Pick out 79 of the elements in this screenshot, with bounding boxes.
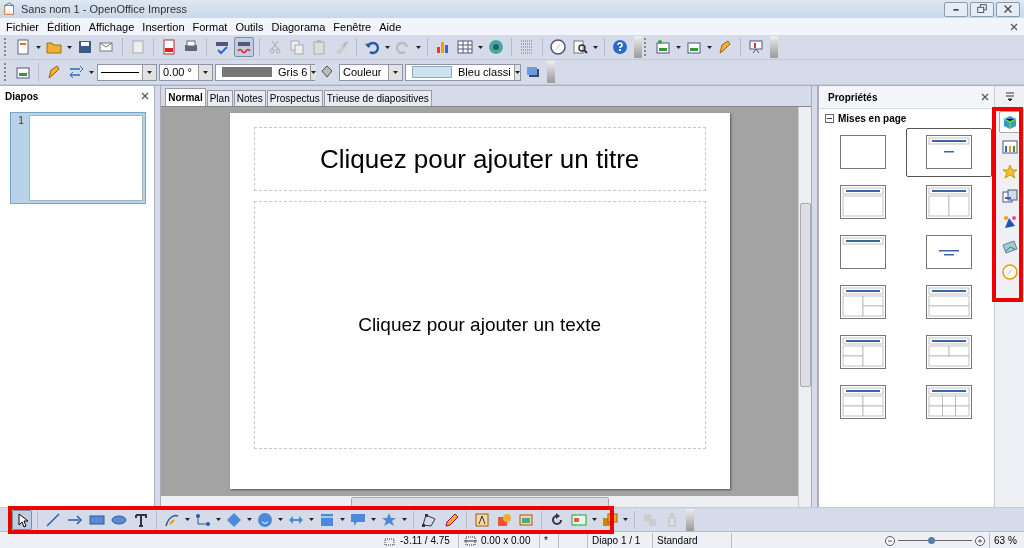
select-icon[interactable] bbox=[12, 509, 32, 530]
caret-icon bbox=[147, 70, 152, 74]
menu-item[interactable]: Format bbox=[188, 20, 232, 33]
collapse-icon[interactable] bbox=[825, 114, 834, 123]
menu-item[interactable]: Diagorama bbox=[267, 20, 330, 33]
close-button[interactable] bbox=[996, 1, 1020, 17]
slide-counter: Diapo 1 / 1 bbox=[592, 535, 641, 546]
zoom-icon[interactable] bbox=[570, 37, 590, 57]
modified-indicator: * bbox=[544, 535, 548, 546]
view-tab[interactable]: Normal bbox=[165, 88, 206, 106]
close-icon[interactable] bbox=[981, 93, 990, 101]
caret-icon bbox=[393, 70, 398, 74]
layout-thumbnail-icon bbox=[925, 135, 973, 170]
toolbar-options-button[interactable] bbox=[770, 36, 778, 58]
fill-type-dropdown[interactable]: Couleur bbox=[339, 63, 403, 81]
size-text: 0.00 x 0.00 bbox=[481, 535, 531, 546]
layout-thumbnail-icon bbox=[925, 335, 973, 370]
position-icon bbox=[384, 535, 396, 546]
new-slide-icon[interactable] bbox=[653, 37, 673, 57]
layout-thumbnail-icon bbox=[925, 235, 973, 270]
window-title: Sans nom 1 - OpenOffice Impress bbox=[21, 3, 189, 15]
caret-icon bbox=[311, 70, 317, 74]
master-name: Standard bbox=[657, 535, 698, 546]
view-tab[interactable]: Notes bbox=[233, 90, 266, 106]
panel-title: Propriétés bbox=[828, 91, 878, 103]
panel-title: Diapos bbox=[5, 90, 39, 102]
restore-button[interactable] bbox=[970, 1, 994, 17]
slide-thumbnail[interactable]: 1 bbox=[10, 112, 147, 204]
menu-item[interactable]: Aide bbox=[375, 20, 406, 33]
title-placeholder[interactable]: Cliquez pour ajouter un titre bbox=[253, 127, 706, 191]
close-icon bbox=[1002, 3, 1014, 15]
help-icon[interactable] bbox=[610, 37, 630, 57]
layout-thumbnail-icon bbox=[839, 185, 887, 220]
app-icon bbox=[3, 2, 17, 16]
layout-thumbnail-icon bbox=[839, 385, 887, 420]
layout-thumbnail-icon bbox=[839, 135, 887, 170]
table-icon[interactable] bbox=[455, 37, 475, 57]
layout-thumbnail-icon bbox=[925, 385, 973, 420]
menu-item[interactable]: Outils bbox=[231, 20, 268, 33]
autospellcheck-icon[interactable] bbox=[234, 37, 254, 57]
zoom-percentage: 63 % bbox=[994, 535, 1017, 546]
sidebar-tab[interactable] bbox=[998, 111, 1021, 133]
line-style-dropdown[interactable] bbox=[97, 63, 157, 81]
layout-thumbnail-icon bbox=[925, 285, 973, 320]
layout-thumbnail-icon bbox=[839, 335, 887, 370]
layout-option[interactable] bbox=[906, 128, 992, 177]
view-tab[interactable]: Trieuse de diapositives bbox=[323, 90, 432, 106]
layout-thumbnail-icon bbox=[839, 285, 887, 320]
close-icon[interactable] bbox=[141, 92, 150, 100]
fill-color-dropdown[interactable]: Bleu classi bbox=[405, 63, 521, 81]
content-placeholder[interactable]: Cliquez pour ajouter un texte bbox=[253, 201, 706, 449]
menu-item[interactable]: Affichage bbox=[84, 20, 139, 33]
menu-item[interactable]: Édition bbox=[43, 20, 85, 33]
layout-thumbnail-icon bbox=[925, 185, 973, 220]
minimize-button[interactable] bbox=[944, 1, 968, 17]
menu-item[interactable]: Insertion bbox=[138, 20, 189, 33]
menu-item[interactable]: Fenêtre bbox=[329, 20, 376, 33]
toolbar-options-button[interactable] bbox=[634, 36, 642, 58]
layout-thumbnail-icon bbox=[839, 235, 887, 270]
section-title: Mises en page bbox=[838, 113, 907, 124]
navigator-icon[interactable] bbox=[548, 37, 568, 57]
close-document-icon[interactable] bbox=[1010, 22, 1018, 31]
view-tab[interactable]: Plan bbox=[206, 90, 233, 106]
angle-field[interactable]: 0.00 ° bbox=[159, 63, 213, 81]
caret-icon bbox=[203, 70, 208, 74]
zoom-in-icon[interactable] bbox=[975, 535, 985, 546]
size-icon bbox=[463, 535, 477, 546]
caret-icon bbox=[514, 70, 520, 74]
horizontal-scrollbar[interactable] bbox=[161, 496, 799, 507]
zoom-out-icon[interactable] bbox=[885, 535, 895, 546]
menu-icon[interactable] bbox=[1004, 92, 1015, 102]
view-tab[interactable]: Prospectus bbox=[266, 90, 323, 106]
menu-item[interactable]: Fichier bbox=[2, 20, 43, 33]
position-text: -3.11 / 4.75 bbox=[400, 535, 450, 546]
line-color-dropdown[interactable]: Gris 6 bbox=[215, 63, 315, 81]
vertical-scrollbar[interactable] bbox=[798, 107, 812, 507]
toolbar-options-button[interactable] bbox=[686, 508, 694, 531]
zoom-slider-thumb[interactable] bbox=[928, 537, 936, 544]
restore-icon bbox=[976, 3, 988, 15]
